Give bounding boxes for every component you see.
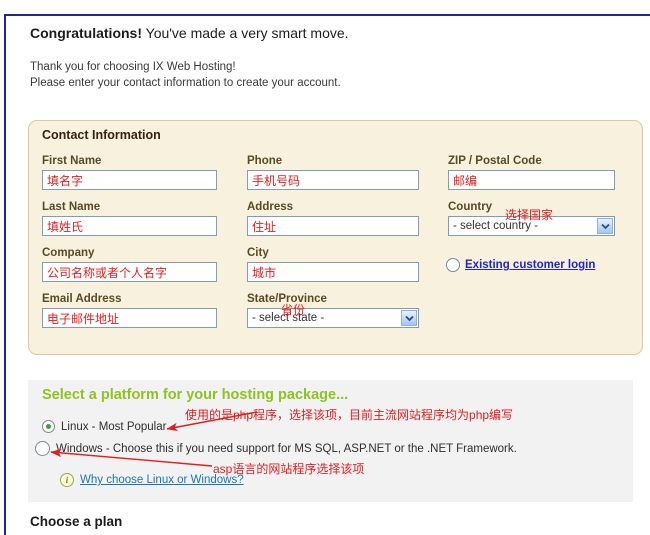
windows-option[interactable]: Windows - Choose this if you need suppor… — [35, 441, 517, 456]
intro-line-1: Thank you for choosing IX Web Hosting! — [30, 61, 236, 73]
congrats-text: Congratulations! — [30, 25, 142, 41]
radio-dot-icon — [46, 424, 51, 429]
why-choose-row: i Why choose Linux or Windows? — [60, 473, 244, 487]
state-select[interactable]: - select state - — [247, 308, 419, 328]
first-name-input[interactable] — [42, 170, 217, 190]
tagline-text: You've made a very smart move. — [142, 25, 349, 41]
linux-radio[interactable] — [42, 420, 55, 433]
choose-plan-title: Choose a plan — [30, 514, 122, 529]
existing-login-link[interactable]: Existing customer login — [465, 259, 595, 271]
platform-title: Select a platform for your hosting packa… — [42, 387, 348, 403]
windows-radio[interactable] — [35, 441, 50, 456]
zip-input[interactable] — [448, 170, 615, 190]
address-input[interactable] — [247, 216, 419, 236]
city-input[interactable] — [247, 262, 419, 282]
signup-page: Congratulations! You've made a very smar… — [0, 0, 650, 535]
dropdown-arrow-icon[interactable] — [597, 218, 613, 234]
existing-customer-login[interactable]: Existing customer login — [446, 258, 595, 272]
windows-option-label: Windows - Choose this if you need suppor… — [56, 443, 517, 455]
email-label: Email Address — [42, 293, 217, 305]
page-title: Congratulations! You've made a very smar… — [30, 25, 349, 41]
company-label: Company — [42, 247, 217, 259]
phone-label: Phone — [247, 155, 419, 167]
linux-option-label: Linux - Most Popular — [61, 421, 166, 433]
state-label: State/Province — [247, 293, 419, 305]
state-selected-value: - select state - — [248, 309, 418, 327]
intro-line-2: Please enter your contact information to… — [30, 77, 341, 89]
state-annotation: 省份 — [281, 301, 305, 318]
info-icon: i — [60, 473, 74, 487]
email-input[interactable] — [42, 308, 217, 328]
zip-label: ZIP / Postal Code — [448, 155, 615, 167]
company-input[interactable] — [42, 262, 217, 282]
country-annotation: 选择国家 — [505, 206, 553, 223]
phone-input[interactable] — [247, 170, 419, 190]
existing-login-radio[interactable] — [446, 258, 460, 272]
first-name-label: First Name — [42, 155, 217, 167]
dropdown-arrow-icon[interactable] — [401, 310, 417, 326]
linux-annotation: 使用的是php程序，选择该项，目前主流网站程序均为php编写 — [185, 406, 513, 423]
city-label: City — [247, 247, 419, 259]
contact-information-title: Contact Information — [42, 128, 161, 142]
linux-option[interactable]: Linux - Most Popular — [42, 420, 166, 433]
last-name-input[interactable] — [42, 216, 217, 236]
address-label: Address — [247, 201, 419, 213]
why-choose-link[interactable]: Why choose Linux or Windows? — [80, 474, 244, 486]
last-name-label: Last Name — [42, 201, 217, 213]
